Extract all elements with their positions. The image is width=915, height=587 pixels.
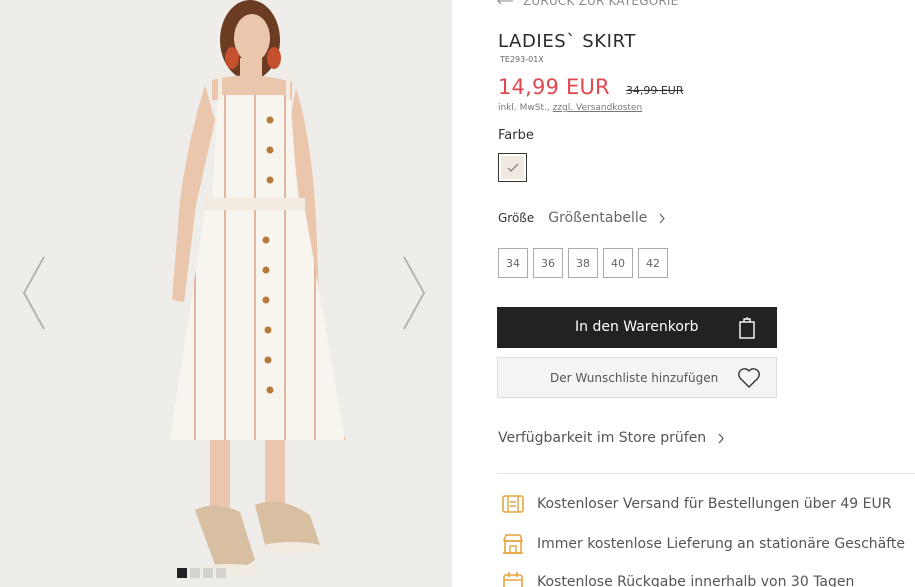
gallery-dot[interactable] [177, 568, 187, 578]
size-option-36[interactable]: 36 [533, 248, 563, 278]
add-to-cart-button[interactable]: In den Warenkorb [497, 307, 777, 348]
benefit-store-delivery: Immer kostenlose Lieferung an stationäre… [501, 532, 905, 556]
benefit-free-shipping: Kostenloser Versand für Bestellungen übe… [501, 492, 891, 516]
gallery-pagination [177, 568, 226, 578]
chevron-right-icon [659, 213, 666, 223]
product-details: ZURÜCK ZUR KATEGORIE LADIES` SKIRT TE293… [497, 0, 915, 587]
store-availability-label: Verfügbarkeit im Store prüfen [498, 430, 707, 446]
size-option-34[interactable]: 34 [498, 248, 528, 278]
original-price: 34,99 EUR [625, 84, 684, 97]
back-to-category-link[interactable]: ZURÜCK ZUR KATEGORIE [497, 0, 678, 8]
divider [497, 473, 915, 474]
benefit-text: Kostenlose Rückgabe innerhalb von 30 Tag… [537, 574, 855, 587]
size-chart-link[interactable]: Größentabelle [548, 210, 666, 226]
color-label: Farbe [498, 128, 534, 143]
tax-note: inkl. MwSt., zzgl. Versandkosten [498, 103, 642, 113]
price-row: 14,99 EUR 34,99 EUR [498, 75, 683, 99]
sale-price: 14,99 EUR [498, 75, 610, 99]
size-header: Größe Größentabelle [498, 210, 666, 226]
add-to-cart-label: In den Warenkorb [575, 319, 699, 335]
calendar-return-icon [501, 570, 525, 587]
wishlist-label: Der Wunschliste hinzufügen [550, 371, 719, 385]
product-photo [0, 0, 452, 587]
chevron-right-icon [718, 433, 724, 443]
size-option-42[interactable]: 42 [638, 248, 668, 278]
heart-icon [738, 368, 760, 388]
product-title: LADIES` SKIRT [498, 31, 636, 52]
size-chart-label: Größentabelle [548, 210, 648, 226]
gallery-prev-arrow[interactable] [20, 255, 50, 331]
product-gallery [0, 0, 452, 587]
product-sku: TE293-01X [500, 55, 544, 64]
gallery-dot[interactable] [216, 568, 226, 578]
gallery-dot[interactable] [203, 568, 213, 578]
chevron-left-icon [22, 256, 45, 330]
arrow-left-icon [497, 0, 513, 5]
benefit-text: Immer kostenlose Lieferung an stationäre… [537, 536, 906, 552]
back-link-label: ZURÜCK ZUR KATEGORIE [523, 0, 679, 8]
size-options: 34 36 38 40 42 [498, 248, 668, 278]
gallery-dot[interactable] [190, 568, 200, 578]
benefit-free-returns: Kostenlose Rückgabe innerhalb von 30 Tag… [501, 570, 854, 587]
size-option-40[interactable]: 40 [603, 248, 633, 278]
shopping-bag-icon [739, 317, 755, 339]
benefit-text: Kostenloser Versand für Bestellungen übe… [537, 496, 892, 512]
swatch-fill [501, 156, 524, 179]
store-availability-link[interactable]: Verfügbarkeit im Store prüfen [498, 430, 724, 446]
add-to-wishlist-button[interactable]: Der Wunschliste hinzufügen [497, 357, 777, 398]
color-swatch[interactable] [498, 153, 527, 182]
size-option-38[interactable]: 38 [568, 248, 598, 278]
shipping-cost-link[interactable]: zzgl. Versandkosten [553, 103, 643, 113]
store-icon [501, 532, 525, 556]
tax-label: inkl. MwSt., [498, 103, 550, 113]
chevron-right-icon [403, 256, 426, 330]
gallery-next-arrow[interactable] [398, 255, 428, 331]
free-shipping-icon [501, 492, 525, 516]
checkmark-icon [507, 163, 518, 172]
size-label: Größe [498, 211, 535, 225]
